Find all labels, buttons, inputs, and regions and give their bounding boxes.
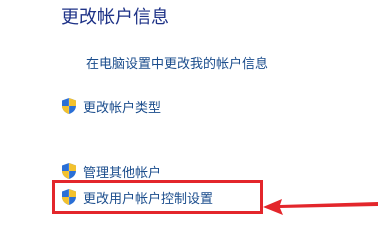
change-uac-settings-label: 更改用户帐户控制设置 [83,191,214,207]
uac-shield-icon [62,98,76,114]
manage-other-accounts-link[interactable]: 管理其他帐户 [61,161,161,181]
section-heading: 更改帐户信息 [61,7,169,28]
manage-other-accounts-label: 管理其他帐户 [83,165,162,181]
annotation-arrow-icon [263,199,378,215]
change-account-type-label: 更改帐户类型 [83,100,162,116]
uac-shield-icon [62,189,76,205]
account-settings-panel: 更改帐户信息 在电脑设置中更改我的帐户信息 更改帐户类型 管理其他帐户 更改用户… [0,0,379,241]
uac-shield-icon [62,163,76,179]
change-account-type-link[interactable]: 更改帐户类型 [61,96,161,116]
change-uac-settings-link[interactable]: 更改用户帐户控制设置 [61,187,213,207]
pc-settings-account-link[interactable]: 在电脑设置中更改我的帐户信息 [86,53,268,72]
